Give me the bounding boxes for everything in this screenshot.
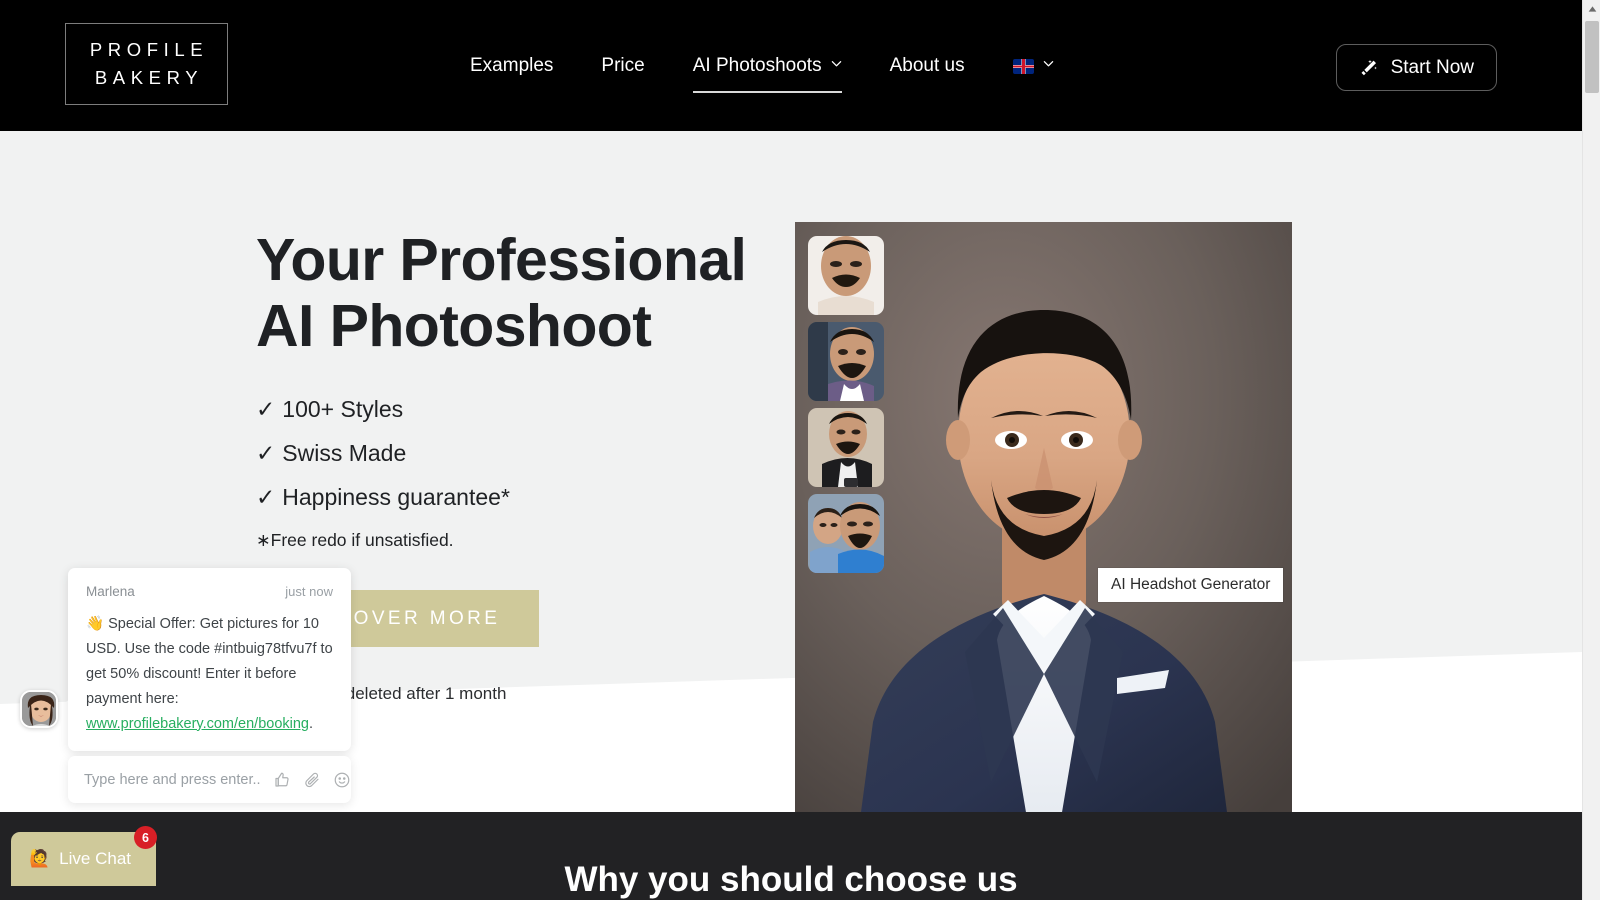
start-now-label: Start Now [1390, 56, 1474, 78]
chat-message-suffix: . [308, 715, 314, 732]
hero-image: AI Headshot Generator [795, 222, 1292, 812]
avatar [20, 690, 58, 728]
page-title: Your Professional AI Photoshoot [256, 227, 776, 359]
list-item: ✓ Swiss Made [256, 442, 776, 465]
nav-item-label: About us [889, 55, 965, 76]
chevron-down-icon [831, 58, 842, 69]
why-choose-us-section: Why you should choose us [0, 812, 1582, 900]
chat-message-body: Special Offer: Get pictures for 10 USD. … [86, 616, 333, 707]
chat-message-text: 👋 Special Offer: Get pictures for 10 USD… [86, 612, 333, 737]
chat-booking-link[interactable]: www.profilebakery.com/en/booking [86, 716, 309, 732]
ai-headshot-generator-label: AI Headshot Generator [1098, 568, 1284, 602]
logo-line-profile: PROFILE [89, 39, 209, 60]
browser-viewport: PROFILE BAKERY Examples Price AI Photosh… [0, 0, 1582, 900]
check-icon: ✓ [256, 396, 276, 423]
raising-hand-emoji-icon: 🙋 [29, 849, 51, 868]
logo-line-bakery: BAKERY [94, 66, 204, 88]
headline-line-2: AI Photoshoot [256, 293, 652, 360]
magic-wand-icon [1359, 58, 1379, 78]
main-navigation: Examples Price AI Photoshoots About us [470, 0, 1054, 131]
thumbs-up-icon[interactable] [273, 771, 291, 789]
scrollbar-up-arrow-icon[interactable] [1583, 0, 1600, 18]
selfie-thumbnail-4[interactable] [808, 494, 884, 573]
list-item-label: Happiness guarantee* [282, 484, 510, 511]
chat-input-placeholder[interactable]: Type here and press enter.. [84, 772, 261, 788]
selfie-thumbnail-3[interactable] [808, 408, 884, 487]
nav-item-label: Price [601, 55, 645, 76]
nav-item-label: AI Photoshoots [692, 55, 822, 76]
live-chat-label: Live Chat [59, 849, 131, 868]
chat-message-header: Marlena just now [86, 584, 333, 599]
selfie-thumbnail-1[interactable] [808, 236, 884, 315]
unread-count-badge: 6 [134, 826, 157, 849]
emoji-smiley-icon[interactable] [333, 771, 351, 789]
check-icon: ✓ [256, 484, 276, 511]
list-item-label: Swiss Made [282, 440, 407, 467]
list-item: ✓ Happiness guarantee* [256, 486, 776, 509]
nav-item-price[interactable]: Price [601, 46, 644, 85]
headline-line-1: Your Professional [256, 227, 747, 293]
selfie-thumbnail-2[interactable] [808, 322, 884, 401]
source-selfies [808, 236, 884, 573]
language-selector[interactable] [1012, 48, 1054, 83]
scrollbar-thumb[interactable] [1585, 21, 1599, 93]
list-item: ✓ 100+ Styles [256, 398, 776, 421]
chat-timestamp: just now [285, 584, 333, 599]
logo[interactable]: PROFILE BAKERY [65, 23, 228, 105]
nav-item-ai-photoshoots[interactable]: AI Photoshoots [692, 46, 842, 93]
list-item-label: 100+ Styles [282, 396, 404, 423]
footnote-text: ∗Free redo if unsatisfied. [256, 530, 454, 551]
nav-item-label: Examples [470, 55, 554, 76]
section-title: Why you should choose us [564, 860, 1018, 899]
paperclip-icon[interactable] [303, 771, 321, 789]
nav-item-examples[interactable]: Examples [470, 46, 553, 85]
page-scrollbar[interactable] [1582, 0, 1600, 900]
wave-emoji-icon: 👋 [86, 616, 105, 632]
feature-list: ✓ 100+ Styles ✓ Swiss Made ✓ Happiness guar… [256, 398, 776, 509]
start-now-button[interactable]: Start Now [1335, 44, 1497, 91]
chat-agent-name: Marlena [86, 584, 135, 599]
uk-flag-icon [1012, 59, 1034, 74]
nav-item-about-us[interactable]: About us [890, 46, 965, 85]
check-icon: ✓ [256, 440, 276, 467]
chat-message-bubble: Marlena just now 👋 Special Offer: Get pi… [68, 568, 351, 751]
chevron-down-icon [1043, 58, 1054, 69]
chat-input-bar[interactable]: Type here and press enter.. [68, 756, 351, 803]
site-header: PROFILE BAKERY Examples Price AI Photosh… [0, 0, 1582, 131]
